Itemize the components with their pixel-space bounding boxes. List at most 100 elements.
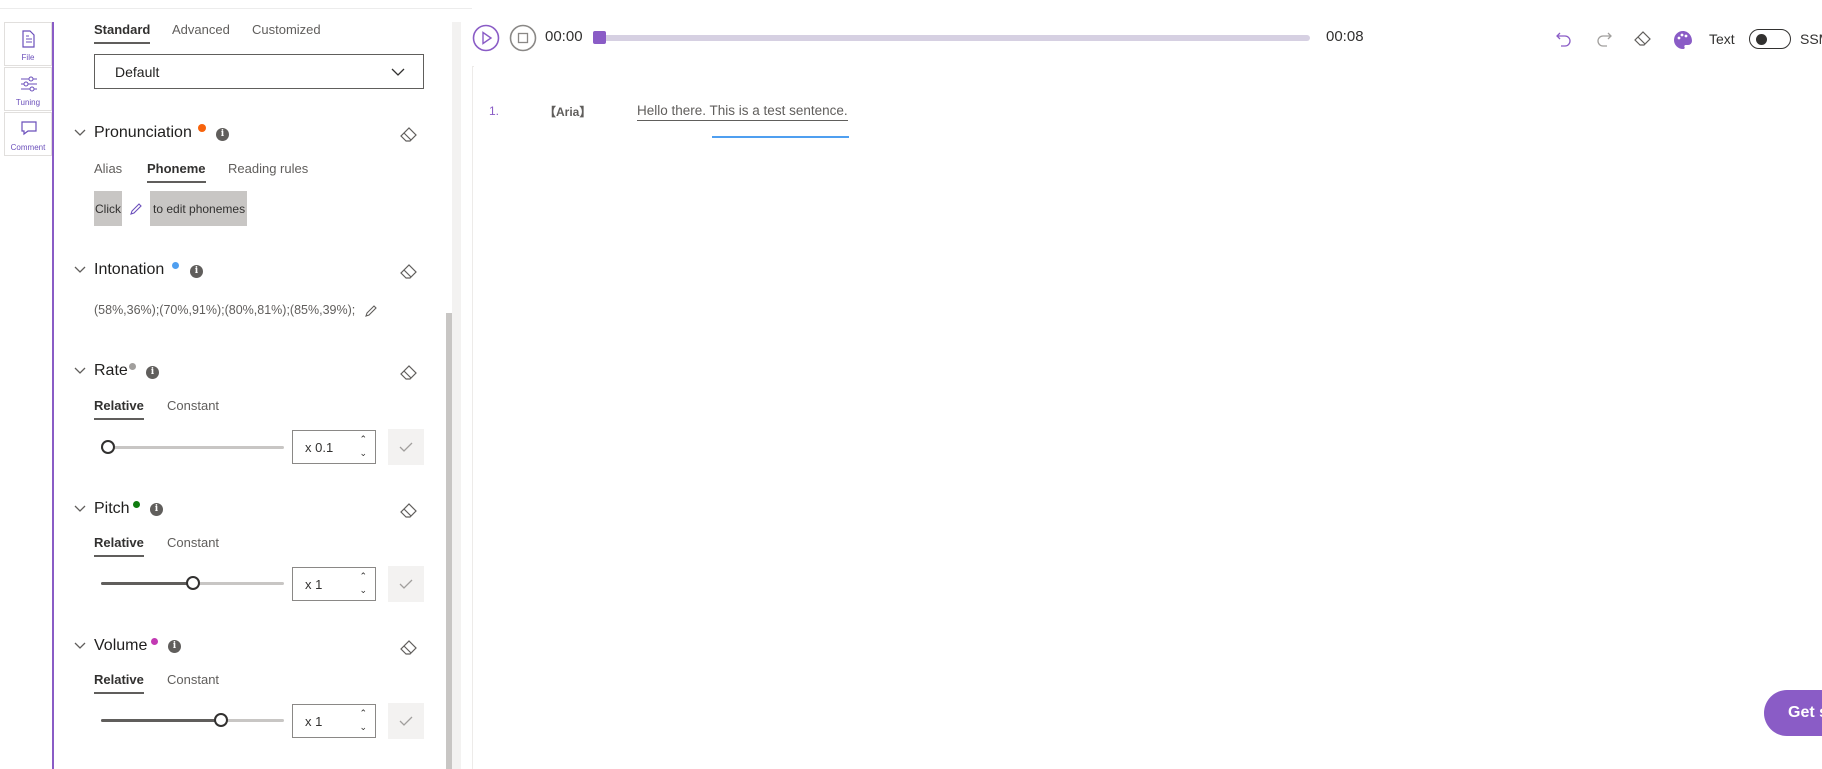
slider-thumb[interactable] bbox=[101, 440, 115, 454]
panel-scrollbar[interactable] bbox=[446, 313, 452, 769]
rate-apply-button[interactable] bbox=[388, 429, 424, 465]
collapse-chevron-icon[interactable] bbox=[74, 129, 86, 137]
text-editor[interactable] bbox=[474, 66, 1822, 769]
style-dropdown[interactable]: Default bbox=[94, 54, 424, 89]
rail-tuning-label: Tuning bbox=[15, 98, 41, 107]
rate-title: Rate bbox=[94, 362, 128, 379]
tab-alias[interactable]: Alias bbox=[94, 161, 122, 176]
get-started-label: Get s bbox=[1788, 704, 1822, 721]
eraser-icon[interactable] bbox=[400, 503, 418, 519]
rail-file-label: File bbox=[21, 53, 35, 62]
pitch-tab-constant[interactable]: Constant bbox=[167, 535, 219, 550]
pencil-edit-icon[interactable] bbox=[364, 304, 378, 318]
volume-tab-relative[interactable]: Relative bbox=[94, 672, 144, 694]
slider-thumb[interactable] bbox=[214, 713, 228, 727]
slider-fill bbox=[101, 719, 221, 722]
info-icon[interactable]: i bbox=[150, 503, 163, 516]
tab-reading-rules[interactable]: Reading rules bbox=[228, 161, 308, 176]
pitch-apply-button[interactable] bbox=[388, 566, 424, 602]
phoneme-hint-click: Click bbox=[95, 202, 121, 216]
rate-slider[interactable] bbox=[101, 438, 284, 458]
eraser-icon[interactable] bbox=[400, 365, 418, 381]
increment-icon[interactable]: ⌃ bbox=[359, 571, 367, 582]
info-icon[interactable]: i bbox=[146, 366, 159, 379]
checkmark-icon bbox=[399, 716, 413, 726]
rate-value-field[interactable]: x 0.1 ⌃ ⌄ bbox=[292, 430, 376, 464]
volume-status-dot bbox=[151, 638, 158, 645]
pronunciation-status-dot bbox=[198, 124, 206, 132]
increment-icon[interactable]: ⌃ bbox=[359, 708, 367, 719]
intonation-title: Intonation bbox=[94, 261, 165, 278]
slider-thumb[interactable] bbox=[186, 576, 200, 590]
intonation-status-dot bbox=[172, 262, 179, 269]
selection-underline bbox=[712, 136, 849, 138]
collapse-chevron-icon[interactable] bbox=[74, 505, 86, 513]
get-started-button[interactable]: Get s bbox=[1764, 690, 1822, 736]
eraser-icon[interactable] bbox=[1634, 31, 1652, 47]
collapse-chevron-icon[interactable] bbox=[74, 642, 86, 650]
tab-standard[interactable]: Standard bbox=[94, 22, 151, 44]
eraser-icon[interactable] bbox=[400, 127, 418, 143]
rate-tab-relative[interactable]: Relative bbox=[94, 398, 144, 420]
tab-customized[interactable]: Customized bbox=[252, 22, 321, 37]
eraser-icon[interactable] bbox=[400, 264, 418, 280]
volume-apply-button[interactable] bbox=[388, 703, 424, 739]
redo-icon[interactable] bbox=[1595, 30, 1613, 48]
eraser-icon[interactable] bbox=[400, 640, 418, 656]
rail-file-button[interactable]: File bbox=[4, 22, 52, 66]
decrement-icon[interactable]: ⌄ bbox=[359, 448, 367, 459]
checkmark-icon bbox=[399, 579, 413, 589]
rate-value: x 0.1 bbox=[305, 440, 334, 455]
file-icon bbox=[22, 30, 35, 48]
total-time: 00:08 bbox=[1326, 28, 1364, 45]
pitch-tab-relative[interactable]: Relative bbox=[94, 535, 144, 557]
style-dropdown-value: Default bbox=[115, 64, 160, 80]
toggle-knob bbox=[1756, 34, 1767, 45]
undo-icon[interactable] bbox=[1555, 30, 1573, 48]
info-icon[interactable]: i bbox=[168, 640, 181, 653]
sentence-text[interactable]: Hello there. This is a test sentence. bbox=[637, 103, 848, 121]
editor-border bbox=[472, 66, 473, 769]
volume-slider[interactable] bbox=[101, 711, 284, 731]
tab-phoneme[interactable]: Phoneme bbox=[147, 161, 206, 183]
volume-tab-constant[interactable]: Constant bbox=[167, 672, 219, 687]
slider-fill bbox=[101, 582, 193, 585]
decrement-icon[interactable]: ⌄ bbox=[359, 722, 367, 733]
rail-comment-label: Comment bbox=[10, 143, 46, 152]
left-rail: File Tuning Comment bbox=[0, 22, 54, 769]
volume-value-field[interactable]: x 1 ⌃ ⌄ bbox=[292, 704, 376, 738]
rail-divider bbox=[52, 22, 54, 769]
ssml-mode-label: SSM bbox=[1800, 31, 1822, 47]
line-number: 1. bbox=[489, 104, 500, 118]
rail-tuning-button[interactable]: Tuning bbox=[4, 67, 52, 111]
progress-thumb[interactable] bbox=[593, 31, 606, 44]
collapse-chevron-icon[interactable] bbox=[74, 266, 86, 274]
info-icon[interactable]: i bbox=[216, 128, 229, 141]
pitch-value: x 1 bbox=[305, 577, 323, 592]
decrement-icon[interactable]: ⌄ bbox=[359, 585, 367, 596]
pronunciation-title: Pronunciation bbox=[94, 124, 192, 141]
increment-icon[interactable]: ⌃ bbox=[359, 434, 367, 445]
rail-comment-button[interactable]: Comment bbox=[4, 112, 52, 156]
slider-track bbox=[101, 446, 284, 449]
comment-icon bbox=[21, 121, 37, 136]
collapse-chevron-icon[interactable] bbox=[74, 367, 86, 375]
pitch-slider[interactable] bbox=[101, 574, 284, 594]
rate-status-dot bbox=[129, 363, 136, 370]
pitch-value-field[interactable]: x 1 ⌃ ⌄ bbox=[292, 567, 376, 601]
voice-tag[interactable]: 【Aria】 bbox=[544, 103, 591, 120]
tuning-sliders-icon bbox=[21, 76, 37, 92]
play-icon[interactable] bbox=[472, 24, 500, 52]
progress-track[interactable] bbox=[600, 35, 1310, 41]
info-icon[interactable]: i bbox=[190, 265, 203, 278]
pencil-edit-icon[interactable] bbox=[129, 202, 143, 216]
volume-title: Volume bbox=[94, 637, 148, 654]
rate-tab-constant[interactable]: Constant bbox=[167, 398, 219, 413]
palette-icon[interactable] bbox=[1673, 30, 1693, 50]
checkmark-icon bbox=[399, 442, 413, 452]
pitch-title: Pitch bbox=[94, 500, 130, 517]
stop-icon[interactable] bbox=[509, 24, 537, 52]
text-mode-label: Text bbox=[1709, 31, 1735, 47]
volume-value: x 1 bbox=[305, 714, 323, 729]
tab-advanced[interactable]: Advanced bbox=[172, 22, 230, 37]
